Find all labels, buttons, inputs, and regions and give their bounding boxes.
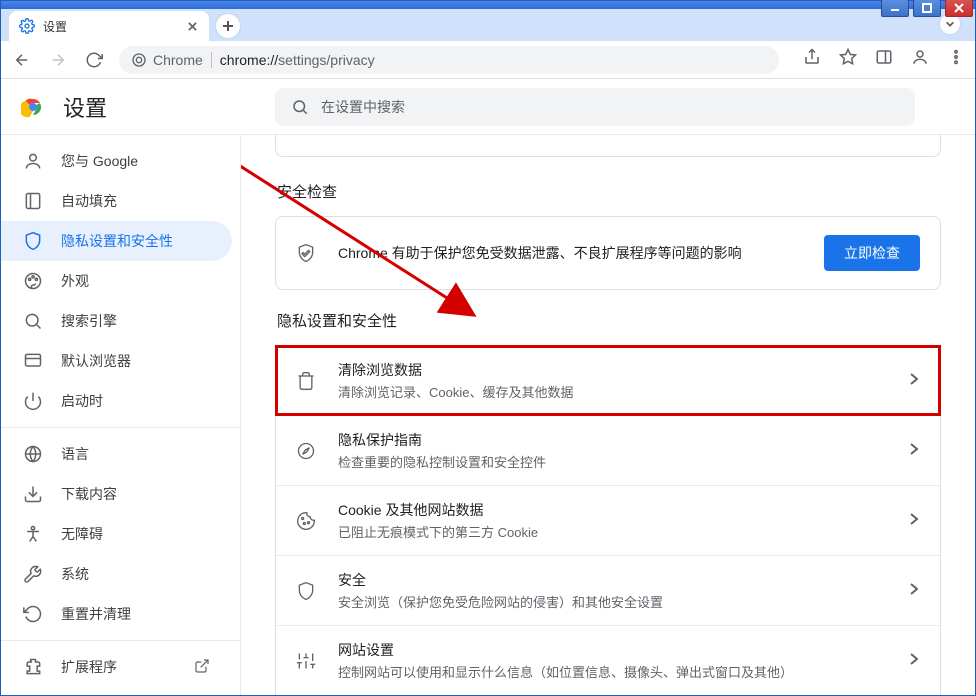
row-title: Cookie 及其他网站数据 [338,500,888,520]
window-minimize-button[interactable] [881,0,909,17]
sidebar-item-privacy[interactable]: 隐私设置和安全性 [1,221,232,261]
privacy-card: 清除浏览数据 清除浏览记录、Cookie、缓存及其他数据 隐私保护指南 检查重要… [275,345,941,695]
forward-button[interactable] [47,49,69,71]
row-desc: 检查重要的隐私控制设置和安全控件 [338,452,888,471]
row-title: 网站设置 [338,640,888,660]
site-info-label: Chrome [153,52,203,68]
share-button[interactable] [803,48,821,71]
tab-close-button[interactable] [185,19,199,33]
shield-check-icon [296,243,316,263]
sidebar-item-label: 语言 [61,444,89,464]
sidebar-item-search-engine[interactable]: 搜索引擎 [1,301,232,341]
sidebar-item-default-browser[interactable]: 默认浏览器 [1,341,232,381]
chrome-logo-icon [21,95,45,119]
sidebar-item-label: 隐私设置和安全性 [61,231,173,251]
row-desc: 安全浏览（保护您免受危险网站的侵害）和其他安全设置 [338,592,888,611]
reload-button[interactable] [83,49,105,71]
section-title-privacy: 隐私设置和安全性 [277,310,941,331]
row-title: 清除浏览数据 [338,360,888,380]
back-button[interactable] [11,49,33,71]
window-frame: 设置 Chrome chrome://settings/privacy [0,0,976,696]
chevron-right-icon [910,582,920,600]
shield-icon [296,581,316,601]
settings-content[interactable]: 安全检查 Chrome 有助于保护您免受数据泄露、不良扩展程序等问题的影响 立即… [241,135,975,695]
sidebar-item-on-startup[interactable]: 启动时 [1,381,232,421]
menu-button[interactable] [947,48,965,71]
chevron-right-icon [910,442,920,460]
sidebar-item-languages[interactable]: 语言 [1,434,232,474]
chevron-right-icon [910,372,920,390]
sidebar-item-label: 外观 [61,271,89,291]
sidebar-item-accessibility[interactable]: 无障碍 [1,514,232,554]
sidebar-item-label: 无障碍 [61,524,103,544]
os-titlebar [1,1,975,9]
window-close-button[interactable] [945,0,973,17]
sidebar-item-extensions[interactable]: 扩展程序 [1,647,232,687]
sidebar-item-reset[interactable]: 重置并清理 [1,594,232,634]
url-text: chrome://settings/privacy [220,52,375,68]
sidebar-item-autofill[interactable]: 自动填充 [1,181,232,221]
row-title: 安全 [338,570,888,590]
sidebar-item-system[interactable]: 系统 [1,554,232,594]
settings-header: 设置 在设置中搜索 [1,79,975,135]
section-title-safety: 安全检查 [277,181,941,202]
row-desc: 清除浏览记录、Cookie、缓存及其他数据 [338,382,888,401]
safety-check-card: Chrome 有助于保护您免受数据泄露、不良扩展程序等问题的影响 立即检查 [275,216,941,290]
chevron-right-icon [910,652,920,670]
partial-card-bottom [275,135,941,157]
sidebar-item-downloads[interactable]: 下载内容 [1,474,232,514]
safety-check-button[interactable]: 立即检查 [824,235,920,271]
tab-title: 设置 [43,18,67,35]
sidebar-separator [1,427,240,428]
settings-search-field[interactable]: 在设置中搜索 [275,88,915,126]
browser-tab[interactable]: 设置 [9,11,209,41]
sliders-icon [296,651,316,671]
row-cookies[interactable]: Cookie 及其他网站数据 已阻止无痕模式下的第三方 Cookie [276,486,940,555]
settings-search-placeholder: 在设置中搜索 [321,97,405,117]
tab-favicon-gear-icon [19,18,35,34]
row-clear-browsing-data[interactable]: 清除浏览数据 清除浏览记录、Cookie、缓存及其他数据 [276,346,940,415]
sidebar-item-label: 下载内容 [61,484,117,504]
safety-check-text: Chrome 有助于保护您免受数据泄露、不良扩展程序等问题的影响 [338,243,802,263]
settings-sidebar: 您与 Google 自动填充 隐私设置和安全性 外观 搜索引擎 默认浏览器 [1,135,241,695]
cookie-icon [296,511,316,531]
chevron-right-icon [910,512,920,530]
row-security[interactable]: 安全 安全浏览（保护您免受危险网站的侵害）和其他安全设置 [276,556,940,625]
row-site-settings[interactable]: 网站设置 控制网站可以使用和显示什么信息（如位置信息、摄像头、弹出式窗口及其他） [276,626,940,695]
bookmark-button[interactable] [839,48,857,71]
sidebar-item-label: 自动填充 [61,191,117,211]
sidebar-item-label: 启动时 [61,391,103,411]
row-privacy-guide[interactable]: 隐私保护指南 检查重要的隐私控制设置和安全控件 [276,416,940,485]
compass-icon [296,441,316,461]
row-desc: 已阻止无痕模式下的第三方 Cookie [338,522,888,541]
sidebar-item-label: 搜索引擎 [61,311,117,331]
address-field[interactable]: Chrome chrome://settings/privacy [119,46,779,74]
open-external-icon [194,658,210,677]
sidebar-item-label: 默认浏览器 [61,351,131,371]
sidebar-item-you-and-google[interactable]: 您与 Google [1,141,232,181]
site-info-chip[interactable]: Chrome [131,52,203,68]
sidebar-item-about-chrome[interactable]: 关于 Chrome [1,687,232,695]
row-desc: 控制网站可以使用和显示什么信息（如位置信息、摄像头、弹出式窗口及其他） [338,662,888,681]
address-separator [211,52,212,68]
sidebar-item-label: 系统 [61,564,89,584]
trash-icon [296,371,316,391]
window-maximize-button[interactable] [913,0,941,17]
side-panel-button[interactable] [875,48,893,71]
settings-title: 设置 [63,91,107,123]
toolbar: Chrome chrome://settings/privacy [1,41,975,79]
tab-strip: 设置 [1,9,975,41]
sidebar-item-appearance[interactable]: 外观 [1,261,232,301]
sidebar-item-label: 您与 Google [61,151,138,171]
new-tab-button[interactable] [215,13,241,39]
sidebar-separator [1,640,240,641]
sidebar-item-label: 重置并清理 [61,604,131,624]
sidebar-item-label: 扩展程序 [61,657,117,677]
row-title: 隐私保护指南 [338,430,888,450]
profile-button[interactable] [911,48,929,71]
